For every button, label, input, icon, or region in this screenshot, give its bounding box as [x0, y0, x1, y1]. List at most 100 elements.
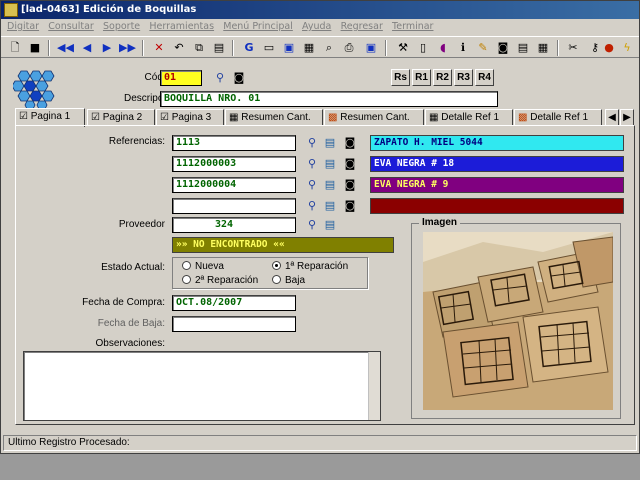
- search-icon[interactable]: ⚲: [305, 136, 319, 150]
- camera-icon[interactable]: ◙: [343, 178, 357, 192]
- menu-consultar[interactable]: Consultar: [48, 19, 94, 35]
- save-icon[interactable]: ■: [27, 40, 43, 56]
- undo-icon[interactable]: ↶: [171, 40, 187, 56]
- sound-icon[interactable]: ◖: [435, 40, 451, 56]
- fecha-compra-label: Fecha de Compra:: [82, 297, 165, 308]
- r3-button[interactable]: R3: [454, 69, 473, 86]
- r1-button[interactable]: R1: [412, 69, 431, 86]
- tab-strip: ☑ Pagina 1 ☑ Pagina 2 ☑ Pagina 3 ▦ Resum…: [15, 108, 637, 127]
- list-icon[interactable]: ▤: [323, 136, 337, 150]
- arrow-left-icon: ◀: [608, 112, 616, 123]
- lightning-icon[interactable]: ϟ: [619, 40, 635, 56]
- new-document-icon[interactable]: 🗋: [7, 40, 23, 56]
- checkbox-icon: ☑: [19, 111, 31, 122]
- imagen-label: Imagen: [419, 217, 461, 228]
- radio-nueva[interactable]: Nueva: [182, 261, 224, 272]
- book-icon[interactable]: ▯: [415, 40, 431, 56]
- referencia-2-desc: EVA NEGRA # 18: [370, 156, 624, 172]
- fecha-baja-label: Fecha de Baja:: [97, 318, 165, 329]
- radio-baja[interactable]: Baja: [272, 275, 305, 286]
- tab-resumen-cant-2[interactable]: ▩ Resumen Cant.: [324, 109, 424, 126]
- referencia-4-code[interactable]: [172, 198, 296, 214]
- referencia-2-code[interactable]: 1112000003: [172, 156, 296, 172]
- r4-button[interactable]: R4: [475, 69, 494, 86]
- rs-button[interactable]: Rs: [391, 69, 410, 86]
- boquilla-photo: [423, 232, 613, 410]
- window-icon[interactable]: ▭: [261, 40, 277, 56]
- arrow-right-icon: ▶: [623, 112, 631, 123]
- prev-record-icon[interactable]: ◀: [79, 40, 95, 56]
- search-icon[interactable]: ⚲: [213, 71, 227, 85]
- search-icon[interactable]: ⚲: [305, 218, 319, 232]
- r2-button[interactable]: R2: [433, 69, 452, 86]
- tab-pagina-3[interactable]: ☑ Pagina 3: [156, 109, 224, 126]
- delete-icon[interactable]: ✕: [151, 40, 167, 56]
- referencia-3-desc: EVA NEGRA # 9: [370, 177, 624, 193]
- search-icon[interactable]: ⚲: [305, 199, 319, 213]
- screen-icon[interactable]: ▣: [363, 40, 379, 56]
- camera-icon[interactable]: ◙: [343, 157, 357, 171]
- search-icon[interactable]: ⚲: [305, 178, 319, 192]
- checkbox-icon: ☑: [160, 112, 172, 123]
- referencia-1-desc: ZAPATO H. MIEL 5044: [370, 135, 624, 151]
- tools-icon[interactable]: ⚒: [395, 40, 411, 56]
- title-bar: [lad-0463] Edición de Boquillas: [1, 1, 639, 19]
- pencil-icon[interactable]: ✎: [475, 40, 491, 56]
- observaciones-field[interactable]: [23, 351, 381, 421]
- referencia-3-code[interactable]: 1112000004: [172, 177, 296, 193]
- camera-icon[interactable]: ◙: [343, 199, 357, 213]
- monitor-icon[interactable]: ▣: [281, 40, 297, 56]
- table-icon: ▦: [429, 112, 442, 123]
- tab-resumen-cant[interactable]: ▦ Resumen Cant.: [225, 109, 323, 126]
- menu-menu-principal[interactable]: Menú Principal: [223, 19, 293, 35]
- camera-icon[interactable]: ◙: [232, 71, 246, 85]
- camera-icon[interactable]: ◙: [495, 40, 511, 56]
- print-icon[interactable]: ⎙: [341, 40, 357, 56]
- scrollbar[interactable]: [368, 352, 380, 420]
- list-icon[interactable]: ▤: [323, 178, 337, 192]
- referencia-4-desc: [370, 198, 624, 214]
- estado-label: Estado Actual:: [101, 262, 165, 273]
- report-icon[interactable]: ▦: [301, 40, 317, 56]
- scissors-icon[interactable]: ✂: [565, 40, 581, 56]
- first-record-icon[interactable]: ◀◀: [57, 40, 74, 56]
- menu-ayuda[interactable]: Ayuda: [302, 19, 331, 35]
- referencia-1-code[interactable]: 1113: [172, 135, 296, 151]
- menu-terminar[interactable]: Terminar: [392, 19, 433, 35]
- fecha-baja-field[interactable]: [172, 316, 296, 332]
- list-icon[interactable]: ▤: [323, 199, 337, 213]
- search-doc-icon[interactable]: ⌕: [321, 40, 337, 56]
- list-icon[interactable]: ▤: [323, 218, 337, 232]
- last-record-icon[interactable]: ▶▶: [119, 40, 136, 56]
- tab-scroll-left[interactable]: ◀: [605, 109, 619, 126]
- stop-icon[interactable]: ●: [601, 40, 617, 56]
- codigo-field[interactable]: 01: [160, 70, 202, 86]
- calculator-icon[interactable]: ▤: [515, 40, 531, 56]
- list-icon[interactable]: ▤: [323, 157, 337, 171]
- referencias-label: Referencias:: [108, 136, 165, 147]
- window-title: [lad-0463] Edición de Boquillas: [21, 4, 197, 15]
- proveedor-code[interactable]: 324: [172, 217, 296, 233]
- tab-detalle-ref-1-2[interactable]: ▩ Detalle Ref 1: [514, 109, 602, 126]
- next-record-icon[interactable]: ▶: [99, 40, 115, 56]
- info-icon[interactable]: ℹ: [455, 40, 471, 56]
- tab-pagina-2[interactable]: ☑ Pagina 2: [87, 109, 155, 126]
- radio-2a-reparacion[interactable]: 2ª Reparación: [182, 275, 258, 286]
- paste-icon[interactable]: ▤: [211, 40, 227, 56]
- copy-icon[interactable]: ⧉: [191, 40, 207, 56]
- observaciones-label: Observaciones:: [95, 338, 165, 349]
- tab-detalle-ref-1[interactable]: ▦ Detalle Ref 1: [425, 109, 513, 126]
- menu-digitar[interactable]: Digitar: [7, 19, 39, 35]
- radio-1a-reparacion[interactable]: 1ª Reparación: [272, 261, 348, 272]
- menu-herramientas[interactable]: Herramientas: [149, 19, 214, 35]
- tab-scroll-right[interactable]: ▶: [620, 109, 634, 126]
- menu-regresar[interactable]: Regresar: [341, 19, 383, 35]
- fecha-compra-field[interactable]: OCT.08/2007: [172, 295, 296, 311]
- note-icon[interactable]: ▦: [535, 40, 551, 56]
- refresh-icon[interactable]: G: [241, 40, 257, 56]
- search-icon[interactable]: ⚲: [305, 157, 319, 171]
- descripcion-field[interactable]: BOQUILLA NRO. 01: [160, 91, 498, 107]
- camera-icon[interactable]: ◙: [343, 136, 357, 150]
- menu-soporte[interactable]: Soporte: [103, 19, 140, 35]
- table-icon: ▦: [229, 112, 242, 123]
